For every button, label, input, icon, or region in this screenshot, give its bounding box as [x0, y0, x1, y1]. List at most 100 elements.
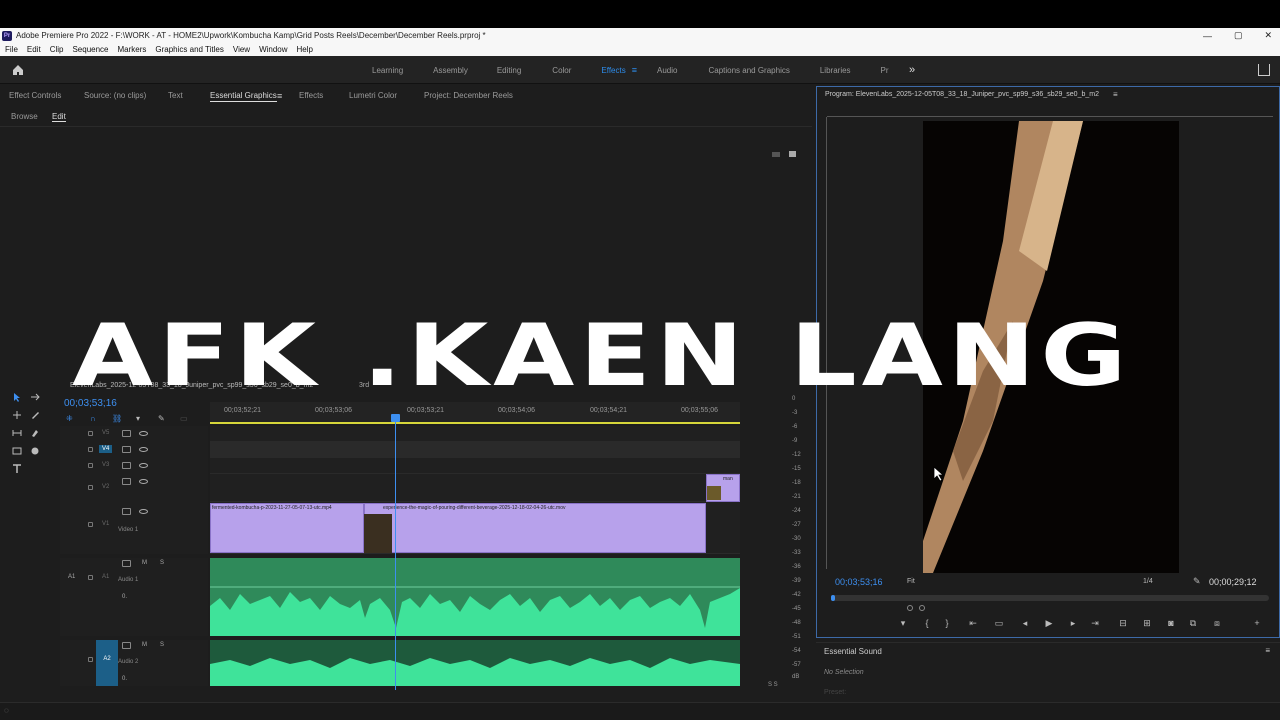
audio-clip-a1[interactable] — [210, 558, 740, 636]
menu-clip[interactable]: Clip — [50, 45, 64, 54]
step-forward-icon[interactable]: ▸ — [1067, 617, 1079, 629]
tab-source[interactable]: Source: (no clips) — [84, 91, 146, 100]
lock-icon[interactable] — [88, 522, 93, 527]
mute-button[interactable]: M — [142, 642, 147, 648]
track-header-a2[interactable]: A2 Audio 2 M S 0. — [60, 640, 208, 686]
out-point-handle[interactable] — [919, 605, 925, 611]
mark-out-icon[interactable]: } — [941, 617, 953, 629]
track-source-a2[interactable]: A2 — [96, 640, 118, 686]
workspace-tab-color[interactable]: Color — [552, 66, 571, 75]
mark-in-icon[interactable]: { — [921, 617, 933, 629]
minimize-button[interactable]: — — [1203, 31, 1212, 41]
menu-markers[interactable]: Markers — [118, 45, 147, 54]
tab-effect-controls[interactable]: Effect Controls — [9, 91, 61, 100]
track-id-v4[interactable]: V4 — [99, 445, 113, 453]
workspace-tab-assembly[interactable]: Assembly — [433, 66, 468, 75]
lock-icon[interactable] — [88, 447, 93, 452]
workspace-tab-libraries[interactable]: Libraries — [820, 66, 851, 75]
program-timecode[interactable]: 00;03;53;16 — [835, 577, 883, 587]
razor-tool-icon[interactable] — [30, 410, 40, 420]
sync-lock-icon[interactable] — [122, 430, 131, 437]
eye-icon[interactable] — [139, 431, 148, 436]
folder-icon[interactable] — [772, 152, 780, 157]
track-volume-a2[interactable]: 0. — [122, 676, 127, 682]
tab-project[interactable]: Project: December Reels — [424, 91, 513, 100]
track-header-a1[interactable]: A1 A1 Audio 1 M S 0. — [60, 558, 208, 636]
audio-clip-a2[interactable] — [210, 640, 740, 686]
sync-lock-icon[interactable] — [122, 446, 131, 453]
track-header-v4[interactable]: V4 — [60, 442, 208, 458]
menu-file[interactable]: File — [5, 45, 18, 54]
eye-icon[interactable] — [139, 479, 148, 484]
extract-icon[interactable]: ⊞ — [1141, 617, 1153, 629]
play-icon[interactable]: ▶ — [1043, 617, 1055, 629]
sync-lock-icon[interactable] — [122, 478, 131, 485]
subtab-browse[interactable]: Browse — [11, 112, 38, 121]
program-scrubber[interactable] — [831, 595, 1269, 601]
sync-lock-icon[interactable] — [122, 508, 131, 515]
tab-effects[interactable]: Effects — [299, 91, 323, 100]
workspace-tab-effects[interactable]: Effects — [601, 66, 625, 75]
add-marker-icon[interactable]: ▾ — [897, 617, 909, 629]
menu-graphics-and-titles[interactable]: Graphics and Titles — [155, 45, 223, 54]
eye-icon[interactable] — [139, 447, 148, 452]
track-header-v5[interactable]: V5 — [60, 426, 208, 442]
track-v4[interactable] — [210, 442, 740, 458]
linked-selection-icon[interactable]: ⛓ — [112, 414, 122, 423]
add-marker-icon[interactable]: ▾ — [136, 414, 140, 423]
menu-view[interactable]: View — [233, 45, 250, 54]
workspace-tab-learning[interactable]: Learning — [372, 66, 403, 75]
new-layer-icon[interactable] — [789, 151, 796, 157]
lift-icon[interactable]: ⊟ — [1117, 617, 1129, 629]
lock-icon[interactable] — [88, 657, 93, 662]
panel-menu-icon[interactable]: ≡ — [277, 91, 282, 101]
lock-icon[interactable] — [88, 575, 93, 580]
essential-sound-menu-icon[interactable]: ≡ — [1265, 646, 1270, 655]
pen-tool-icon[interactable] — [30, 428, 40, 438]
go-to-in-icon[interactable]: ⇤ — [967, 617, 979, 629]
lock-icon[interactable] — [88, 431, 93, 436]
sync-lock-icon[interactable] — [122, 560, 131, 567]
insert-icon[interactable]: ⧉ — [1187, 617, 1199, 629]
tab-essential-graphics[interactable]: Essential Graphics — [210, 91, 277, 102]
track-volume-a1[interactable]: 0. — [122, 594, 127, 600]
step-back-icon[interactable]: ◂ — [1019, 617, 1031, 629]
more-workspaces-icon[interactable]: » — [909, 64, 915, 76]
track-v2[interactable] — [210, 474, 740, 502]
work-area-bar[interactable] — [210, 422, 740, 424]
tab-lumetri-color[interactable]: Lumetri Color — [349, 91, 397, 100]
track-name-v1[interactable]: Video 1 — [118, 527, 138, 533]
slip-tool-icon[interactable] — [12, 428, 22, 438]
workspace-tab-editing[interactable]: Editing — [497, 66, 521, 75]
home-icon[interactable] — [12, 64, 24, 76]
track-header-v2[interactable]: V2 — [60, 474, 208, 502]
clip-v1-kombucha[interactable]: fermented-kombucha-p-2023-11-27-05-07-13… — [210, 503, 364, 553]
export-frame-icon[interactable]: ◙ — [1165, 617, 1177, 629]
track-select-tool-icon[interactable] — [30, 392, 40, 402]
rectangle-tool-icon[interactable] — [12, 446, 22, 456]
resolution-select[interactable]: 1/4 — [1143, 578, 1153, 585]
lock-icon[interactable] — [88, 485, 93, 490]
track-header-v3[interactable]: V3 — [60, 458, 208, 474]
track-v3[interactable] — [210, 458, 740, 474]
type-tool-icon[interactable] — [12, 464, 22, 474]
menu-window[interactable]: Window — [259, 45, 287, 54]
maximize-button[interactable]: ▢ — [1234, 30, 1243, 41]
mute-button[interactable]: M — [142, 560, 147, 566]
meter-solo-buttons[interactable]: S S — [768, 682, 778, 688]
in-point-handle[interactable] — [907, 605, 913, 611]
overwrite-icon[interactable]: ⧈ — [1211, 617, 1223, 629]
program-menu-icon[interactable]: ≡ — [1113, 90, 1118, 99]
eye-icon[interactable] — [139, 463, 148, 468]
safe-margins-icon[interactable]: ▭ — [993, 617, 1005, 629]
program-title[interactable]: Program: ElevenLabs_2025-12-05T08_33_18_… — [825, 91, 1099, 98]
workspace-tab-captions-and-graphics[interactable]: Captions and Graphics — [708, 66, 789, 75]
ripple-edit-tool-icon[interactable] — [12, 410, 22, 420]
close-button[interactable]: ✕ — [1264, 30, 1272, 41]
hand-tool-icon[interactable] — [30, 446, 40, 456]
add-button-icon[interactable]: + — [1251, 617, 1263, 629]
zoom-select[interactable]: Fit — [907, 578, 915, 585]
subtab-edit[interactable]: Edit — [52, 112, 66, 122]
menu-sequence[interactable]: Sequence — [72, 45, 108, 54]
playhead[interactable] — [391, 414, 400, 690]
